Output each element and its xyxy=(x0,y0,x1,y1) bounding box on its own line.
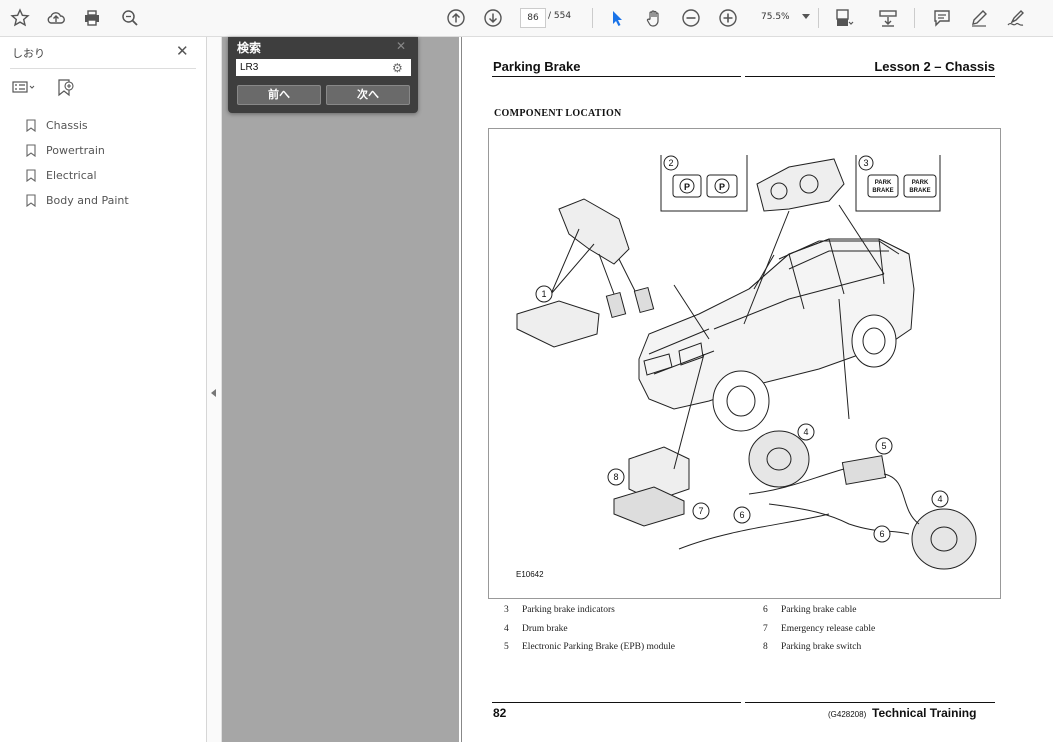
legend-number: 7 xyxy=(763,624,768,634)
legend-text: Parking brake switch xyxy=(781,642,862,652)
footer-rule xyxy=(745,702,995,703)
divider xyxy=(10,68,196,69)
toolbar-divider xyxy=(592,8,593,28)
sidebar-collapse-handle[interactable] xyxy=(207,37,222,742)
footer-rule xyxy=(492,702,741,703)
hand-tool-icon[interactable] xyxy=(642,6,666,30)
header-rule xyxy=(745,76,995,77)
upload-icon[interactable] xyxy=(44,6,68,30)
indicator-p-symbol: P xyxy=(719,182,725,192)
callout-4b: 4 xyxy=(937,494,942,504)
callout-7: 7 xyxy=(698,506,703,516)
callout-8: 8 xyxy=(613,472,618,482)
page-number-input[interactable]: 86 xyxy=(520,8,546,28)
figure-code: E10642 xyxy=(516,570,544,579)
page-total: / 554 xyxy=(548,11,571,21)
previous-result-button[interactable]: 前へ xyxy=(237,85,321,105)
bookmark-electrical[interactable]: Electrical xyxy=(26,163,129,188)
legend-text: Drum brake xyxy=(522,624,568,634)
previous-page-icon[interactable] xyxy=(444,6,468,30)
toolbar-divider xyxy=(914,8,915,28)
callout-6a: 6 xyxy=(739,510,744,520)
legend-number: 8 xyxy=(763,642,768,652)
comment-icon[interactable] xyxy=(930,6,954,30)
callout-3: 3 xyxy=(863,158,868,168)
bookmarks-panel: しおり ✕ Chassis Powertrain Electrical Body… xyxy=(0,37,207,742)
next-page-icon[interactable] xyxy=(481,6,505,30)
close-icon[interactable]: ✕ xyxy=(176,42,189,60)
chevron-down-icon xyxy=(802,14,810,19)
page-fit-icon[interactable] xyxy=(832,6,856,30)
legend-text: Emergency release cable xyxy=(781,624,876,634)
callout-5: 5 xyxy=(881,441,886,451)
legend-text: Parking brake indicators xyxy=(522,605,615,615)
gear-icon[interactable]: ⚙ xyxy=(392,61,403,75)
bookmark-label: Electrical xyxy=(46,169,97,182)
bookmark-icon xyxy=(26,144,36,157)
indicator-p-symbol: P xyxy=(684,182,690,192)
legend-number: 3 xyxy=(504,605,509,615)
page-header-left: Parking Brake xyxy=(493,59,581,74)
next-result-button[interactable]: 次へ xyxy=(326,85,410,105)
star-icon[interactable] xyxy=(8,6,32,30)
bookmark-body-and-paint[interactable]: Body and Paint xyxy=(26,188,129,213)
indicator-park-label: PARK xyxy=(875,180,892,186)
find-panel: 検索 ✕ ⚙ 前へ 次へ xyxy=(228,37,418,113)
zoom-level-select[interactable]: 75.5% xyxy=(755,8,817,26)
document-viewport xyxy=(222,37,459,742)
component-location-figure: 1 2 3 4 4 5 6 6 7 8 P P PARK BRAKE PARK … xyxy=(488,128,1001,599)
indicator-brake-label: BRAKE xyxy=(872,188,893,194)
legend-number: 4 xyxy=(504,624,509,634)
callout-1: 1 xyxy=(541,289,546,299)
legend-text: Electronic Parking Brake (EPB) module xyxy=(522,642,676,652)
find-panel-title: 検索 xyxy=(237,41,262,55)
section-title: COMPONENT LOCATION xyxy=(494,108,622,119)
bookmark-powertrain[interactable]: Powertrain xyxy=(26,138,129,163)
document-page: Parking Brake Lesson 2 – Chassis COMPONE… xyxy=(461,37,1053,742)
add-bookmark-icon[interactable] xyxy=(57,79,75,101)
legend-number: 6 xyxy=(763,605,768,615)
toolbar-divider xyxy=(818,8,819,28)
pen-icon[interactable] xyxy=(967,6,991,30)
sign-icon[interactable] xyxy=(1004,6,1028,30)
scroll-mode-icon[interactable] xyxy=(876,6,900,30)
page-footer-code: (G428208) xyxy=(828,710,867,719)
zoom-in-icon[interactable] xyxy=(716,6,740,30)
bookmark-label: Chassis xyxy=(46,119,88,132)
zoom-out-icon[interactable] xyxy=(679,6,703,30)
zoom-level-value: 75.5% xyxy=(761,12,790,22)
indicator-brake-label: BRAKE xyxy=(909,188,930,194)
close-icon[interactable]: ✕ xyxy=(396,39,406,53)
callout-4a: 4 xyxy=(803,427,808,437)
legend-number: 5 xyxy=(504,642,509,652)
bookmark-icon xyxy=(26,119,36,132)
callout-6b: 6 xyxy=(879,529,884,539)
bookmarks-title: しおり xyxy=(12,47,45,60)
page-header-right: Lesson 2 – Chassis xyxy=(874,59,995,74)
parking-brake-diagram: 1 2 3 4 4 5 6 6 7 8 P P PARK BRAKE PARK … xyxy=(516,155,977,570)
bookmark-icon xyxy=(26,169,36,182)
bookmark-options-icon[interactable] xyxy=(12,79,36,98)
print-icon[interactable] xyxy=(80,6,104,30)
toolbar: 86 / 554 75.5% xyxy=(0,0,1053,37)
bookmark-label: Body and Paint xyxy=(46,194,129,207)
select-cursor-icon[interactable] xyxy=(604,6,628,30)
chevron-left-icon xyxy=(211,389,216,397)
indicator-park-label: PARK xyxy=(912,180,929,186)
page-footer-title: Technical Training xyxy=(872,706,977,720)
page-separator: / xyxy=(548,11,552,21)
page-total-count: 554 xyxy=(553,11,572,21)
search-input[interactable] xyxy=(236,59,411,76)
bookmark-list: Chassis Powertrain Electrical Body and P… xyxy=(26,113,129,213)
legend-text: Parking brake cable xyxy=(781,605,857,615)
bookmark-icon xyxy=(26,194,36,207)
bookmark-label: Powertrain xyxy=(46,144,105,157)
search-icon[interactable] xyxy=(118,6,142,30)
callout-2: 2 xyxy=(668,158,673,168)
bookmark-chassis[interactable]: Chassis xyxy=(26,113,129,138)
page-footer-number: 82 xyxy=(493,706,507,720)
header-rule xyxy=(492,76,741,77)
